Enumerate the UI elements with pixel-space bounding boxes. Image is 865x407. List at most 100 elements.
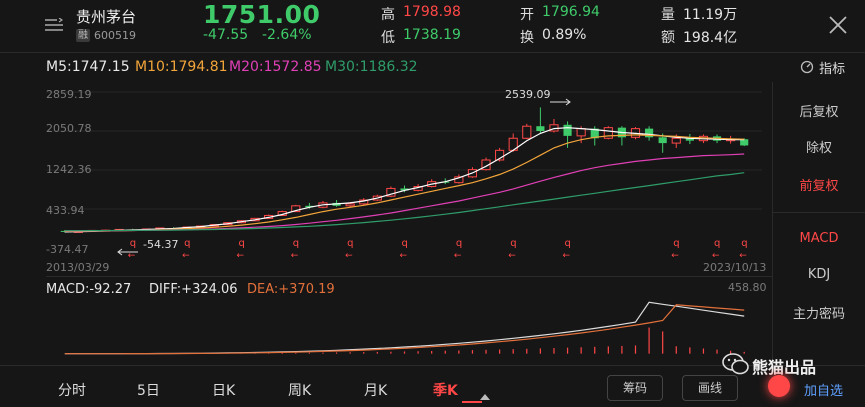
high-value: 1798.98 (403, 4, 461, 20)
tab-weekly[interactable]: 周K (288, 380, 311, 400)
macd-histogram-bar (349, 352, 351, 354)
caret-up-icon[interactable] (480, 385, 490, 404)
candle (536, 107, 545, 134)
max-price-annotation: 2539.09 (505, 88, 551, 101)
volume-value: 11.19万 (683, 7, 738, 23)
turnover-label: 换 (520, 30, 534, 46)
add-watchlist-label: 加自选 (804, 384, 844, 399)
tab-daily[interactable]: 日K (212, 380, 235, 400)
macd-histogram-bar (417, 351, 419, 354)
candle (508, 133, 518, 152)
price-axis-label: -374.47 (46, 243, 89, 256)
kline-chart[interactable]: q←q←q←q←q←q←q←q←q←q←q←q← (46, 82, 762, 260)
tab-intraday[interactable]: 分时 (58, 380, 86, 400)
macd-histogram-bar (295, 352, 297, 354)
gauge-icon (800, 59, 814, 78)
tab-5day[interactable]: 5日 (137, 380, 160, 400)
macd-histogram-bar (403, 351, 406, 354)
side-menu-item-backward-adjusted[interactable]: 后复权 (773, 101, 865, 120)
signal-marker: q (741, 238, 747, 249)
stock-name: 贵州茅台 (76, 8, 137, 26)
macd-histogram-bar (308, 352, 310, 354)
signal-marker: q (565, 238, 571, 249)
high-label: 高 (381, 7, 395, 23)
arrow-left-icon (116, 241, 140, 260)
macd-histogram-bar (553, 348, 555, 354)
signal-marker: q (510, 238, 516, 249)
signal-arrow: ← (739, 251, 747, 260)
wechat-icon (722, 352, 750, 380)
macd-histogram-bar (471, 350, 474, 354)
macd-chart (64, 301, 745, 355)
candle (549, 118, 559, 133)
signal-marker: q (673, 238, 679, 249)
macd-histogram-bar (648, 327, 650, 354)
signal-marker: q (238, 238, 244, 249)
macd-histogram-bar (526, 348, 528, 354)
ma10-line (64, 134, 745, 232)
macd-histogram-bar (662, 331, 664, 354)
start-date: 2013/03/29 (46, 261, 110, 274)
signal-arrow: ← (712, 251, 720, 260)
macd-histogram-bar (335, 352, 338, 354)
turnover-value: 0.89% (542, 27, 587, 43)
macd-histogram-bar (539, 348, 541, 354)
indicator-button[interactable]: 指标 (800, 58, 845, 78)
low-value: 1738.19 (403, 27, 461, 43)
macd-histogram-bar (458, 350, 460, 354)
menu-icon[interactable] (45, 17, 64, 31)
macd-histogram-bar (716, 349, 718, 354)
tab-quarterly[interactable]: 季K (433, 380, 458, 400)
macd-histogram-bar (675, 346, 677, 354)
signal-marker: q (456, 238, 462, 249)
amount-value: 198.4亿 (683, 30, 738, 46)
macd-histogram-bar (580, 347, 582, 354)
macd-histogram-bar (512, 349, 514, 354)
signal-arrow: ← (563, 251, 571, 260)
chips-button[interactable]: 筹码 (607, 375, 663, 401)
signal-marker: q (347, 238, 353, 249)
signal-marker: q (402, 238, 408, 249)
price-change-pct: -2.64% (262, 27, 312, 43)
signal-marker: q (714, 238, 720, 249)
signal-arrow: ← (345, 251, 353, 260)
macd-histogram-bar (689, 347, 691, 354)
side-menu-item-kdj[interactable]: KDJ (773, 267, 865, 282)
macd-histogram-bar (444, 350, 446, 354)
price-axis-label: 2050.78 (46, 122, 92, 135)
signal-arrow: ← (400, 251, 408, 260)
price-change: -47.55 (203, 27, 249, 43)
side-menu-item-forward-adjusted[interactable]: 前复权 (773, 175, 865, 194)
signal-arrow: ← (454, 251, 462, 260)
macd-histogram-bar (431, 350, 433, 354)
side-menu-item-main-force[interactable]: 主力密码 (773, 303, 865, 322)
signal-arrow: ← (671, 251, 679, 260)
signal-arrow: ← (182, 251, 190, 260)
macd-histogram-bar (594, 346, 596, 354)
macd-histogram-bar (363, 352, 365, 354)
signal-marker: q (184, 238, 190, 249)
diff-line (64, 301, 745, 355)
dea-value: DEA:+370.19 (247, 282, 335, 297)
ma5-value: M5:1747.15 (46, 59, 130, 75)
macd-histogram-bar (634, 345, 637, 354)
open-value: 1796.94 (542, 4, 600, 20)
ma20-value: M20:1572.85 (229, 59, 322, 75)
macd-histogram-bar (621, 345, 623, 354)
signal-arrow: ← (291, 251, 299, 260)
close-icon[interactable] (828, 15, 848, 35)
side-menu-item-ex-rights[interactable]: 除权 (773, 137, 865, 156)
volume-label: 量 (661, 7, 675, 23)
tab-monthly[interactable]: 月K (364, 380, 387, 400)
macd-histogram-bar (607, 346, 609, 354)
price-axis-label: 2859.19 (46, 88, 92, 101)
diff-value: DIFF:+324.06 (149, 282, 238, 297)
macd-histogram-bar (322, 352, 324, 354)
side-menu-item-macd[interactable]: MACD (773, 231, 865, 246)
macd-histogram-bar (376, 351, 378, 354)
signal-arrow: ← (236, 251, 244, 260)
macd-histogram-bar (390, 351, 392, 354)
candle (495, 147, 505, 162)
macd-histogram-bar (485, 349, 487, 354)
add-watchlist-button[interactable]: 加自选 (760, 372, 865, 407)
